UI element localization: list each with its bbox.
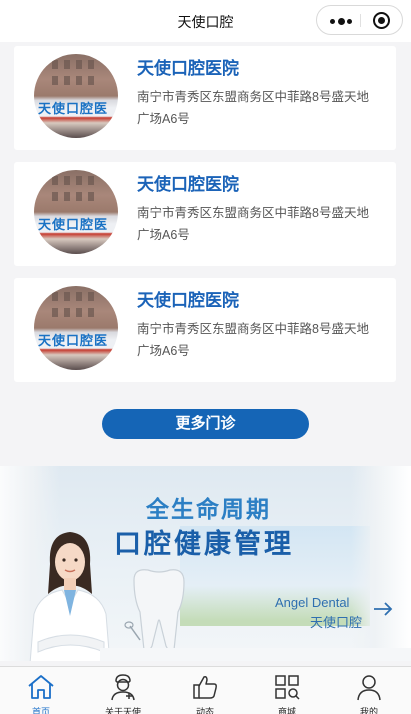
capsule-divider (360, 14, 361, 27)
tab-label: 关于天使 (104, 707, 141, 714)
clinic-name: 天使口腔医院 (137, 175, 239, 194)
clinic-photo: 天使口腔医 (34, 170, 118, 254)
tab-home[interactable]: 首页 (0, 667, 82, 714)
tab-label: 动态 (195, 707, 214, 714)
clinic-card[interactable]: 天使口腔医 天使口腔医院 南宁市青秀区东盟商务区中菲路8号盛天地广场A6号 (14, 162, 396, 266)
tab-label: 首页 (31, 707, 50, 714)
home-icon (28, 675, 54, 699)
mini-program-capsule (316, 5, 403, 35)
arrow-right-icon (374, 602, 393, 616)
thumbs-up-icon (193, 676, 217, 699)
tab-about[interactable]: 关于天使 (82, 667, 164, 714)
top-navigation-bar: 天使口腔 (0, 0, 411, 42)
clinic-sign-text: 天使口腔医 (38, 333, 109, 348)
clinic-photo: 天使口腔医 (34, 286, 118, 370)
dentist-illustration (29, 532, 111, 661)
tab-shop[interactable]: 商城 (246, 667, 328, 714)
user-icon (357, 675, 381, 701)
clinic-address: 南宁市青秀区东盟商务区中菲路8号盛天地广场A6号 (137, 90, 369, 126)
more-options-icon[interactable] (330, 17, 352, 25)
clinic-address: 南宁市青秀区东盟商务区中菲路8号盛天地广场A6号 (137, 206, 369, 242)
banner-headline-1: 全生命周期 (146, 496, 271, 522)
tooth-model-illustration (124, 569, 185, 652)
tab-news[interactable]: 动态 (164, 667, 246, 714)
clinic-sign-text: 天使口腔医 (38, 101, 109, 116)
tab-profile[interactable]: 我的 (328, 667, 410, 714)
clinic-sign-text: 天使口腔医 (38, 217, 109, 232)
bottom-tab-bar: 首页 关于天使 动态 商城 我的 (0, 666, 411, 714)
more-clinics-button[interactable]: 更多门诊 (102, 409, 309, 439)
clinic-card[interactable]: 天使口腔医 天使口腔医院 南宁市青秀区东盟商务区中菲路8号盛天地广场A6号 (14, 46, 396, 150)
clinic-card[interactable]: 天使口腔医 天使口腔医院 南宁市青秀区东盟商务区中菲路8号盛天地广场A6号 (14, 278, 396, 382)
promo-banner[interactable]: 全生命周期 口腔健康管理 Angel Dental 天使口腔 (0, 466, 411, 661)
clinic-photo: 天使口腔医 (34, 54, 118, 138)
banner-headline-2: 口腔健康管理 (114, 529, 294, 559)
close-mini-program-icon[interactable] (373, 12, 390, 29)
doctor-icon (111, 674, 135, 701)
tab-label: 我的 (359, 707, 378, 714)
tab-label: 商城 (277, 707, 296, 714)
clinic-name: 天使口腔医院 (137, 59, 239, 78)
banner-curtain-right (351, 466, 411, 661)
banner-window-sill (100, 648, 411, 661)
grid-search-icon (275, 675, 300, 700)
brand-english-name: Angel Dental (275, 595, 350, 610)
brand-chinese-name: 天使口腔 (310, 615, 363, 630)
clinic-name: 天使口腔医院 (137, 291, 239, 310)
clinic-address: 南宁市青秀区东盟商务区中菲路8号盛天地广场A6号 (137, 322, 369, 358)
